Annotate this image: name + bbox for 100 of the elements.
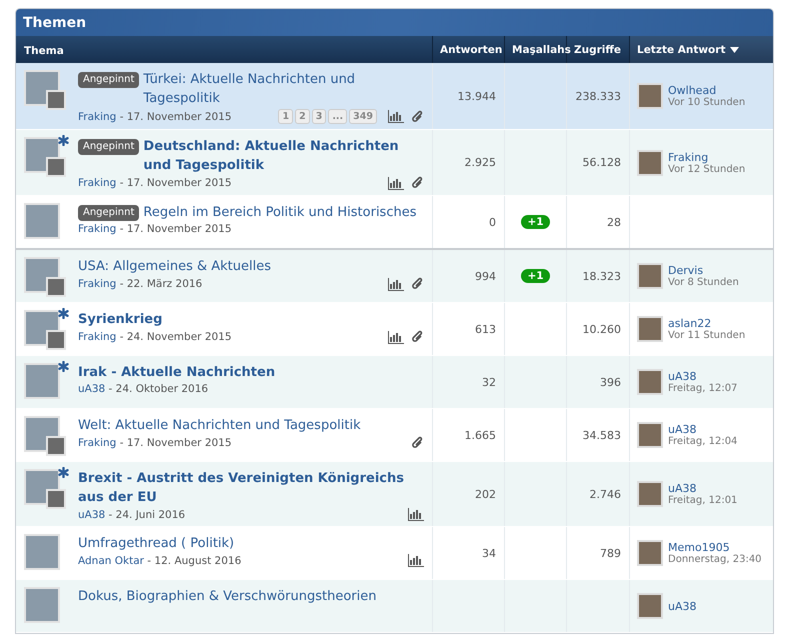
view-count: 2.746 [590,488,621,500]
avatar-photo-placeholder [24,203,60,239]
reply-count: 0 [489,216,496,228]
username-link[interactable]: Fraking [78,437,116,449]
thread-row[interactable]: Brexit - Austritt des Vereinigten Königreichs aus der EU uA38 - 24. Juni 2016 202 2.746 uA38 Freitag, 12:01 [16,462,773,527]
like-count: +1 [521,215,550,229]
view-count: 396 [600,376,621,388]
view-count: 34.583 [582,428,621,442]
view-count: 10.260 [582,322,621,336]
paperclip-icon[interactable] [411,277,424,291]
bar-chart-icon[interactable] [408,508,424,521]
last-reply-time: Vor 8 Stunden [668,277,739,288]
last-reply-time: Freitag, 12:01 [668,495,738,506]
username-link[interactable]: uA38 [78,508,106,520]
paperclip-icon[interactable] [411,330,424,344]
paperclip-icon[interactable] [411,436,424,450]
thread-meta: Adnan Oktar - 12. August 2016 [78,554,242,566]
last-reply-time: Vor 12 Stunden [668,164,746,174]
view-count: 28 [607,216,621,228]
last-reply-time: Vor 10 Stunden [668,97,746,108]
bar-chart-icon[interactable] [388,110,404,123]
thread-meta: Fraking - 17. November 2015 [78,437,232,449]
username-link[interactable]: Adnan Oktar [78,554,144,566]
sticky-label: Angepinnt [78,72,140,88]
username-link[interactable]: uA38 [668,370,738,383]
thread-title-link[interactable]: Türkei: Aktuelle Nachrichten und Tagespolitik [143,70,424,108]
avatar-photo-placeholder [637,263,663,289]
thread-title-link[interactable]: USA: Allgemeines & Aktuelles [78,257,424,276]
thread-meta: Fraking - 17. November 2015 [78,177,232,189]
column-header[interactable]: Letzte Antwort [630,36,773,63]
like-count: +1 [521,269,550,283]
bar-chart-icon[interactable] [388,176,404,190]
reply-count: 1.665 [464,428,496,442]
avatar-photo-placeholder [637,83,663,109]
thread-row[interactable]: Dokus, Biographien & Verschwörungstheorien uA38 [16,580,773,633]
view-count: 56.128 [582,156,621,169]
paperclip-icon[interactable] [411,176,424,190]
last-reply-time: Donnerstag, 23:40 [668,554,762,565]
view-count: 789 [600,546,621,560]
sticky-label: Angepinnt [78,139,140,155]
username-link[interactable]: Fraking [78,223,116,235]
username-link[interactable]: Fraking [78,278,116,290]
view-count: 238.333 [576,90,621,102]
thread-title-link[interactable]: Irak - Aktuelle Nachrichten [78,363,424,382]
bar-chart-icon[interactable] [408,554,424,567]
thread-title-link[interactable]: Dokus, Biographien & Verschwörungstheorien [78,587,424,606]
thread-row[interactable]: Angepinnt Deutschland: Aktuelle Nachrichten und Tagespolitik Fraking - 17. November 2015 2.925 56.128 Fraking Vor 12 Stunden [16,130,773,196]
paperclip-icon[interactable] [411,110,424,124]
last-reply-time: Freitag, 12:04 [668,436,738,447]
avatar-photo-placeholder [637,422,663,448]
username-link[interactable]: uA38 [668,423,738,436]
username-link[interactable]: Fraking [78,110,116,122]
thread-title-link[interactable]: Welt: Aktuelle Nachrichten und Tagespolitik [78,416,424,435]
bar-chart-icon[interactable] [388,330,404,344]
bar-chart-icon[interactable] [388,278,404,290]
avatar-photo-placeholder [24,587,60,623]
username-link[interactable]: Memo1905 [668,541,762,554]
username-link[interactable]: Fraking [78,177,116,189]
thread-title-link[interactable]: Brexit - Austritt des Vereinigten Königreichs aus der EU [78,469,424,507]
reply-count: 613 [475,322,496,336]
reply-count: 34 [482,546,496,560]
username-link[interactable]: aslan22 [668,317,746,330]
avatar-photo-placeholder [637,369,663,395]
thread-row[interactable]: Angepinnt Türkei: Aktuelle Nachrichten und Tagespolitik Fraking - 17. November 2015 1 2 3 ... 349 13.944 238.333 Owlhead Vor 10 Stunden [16,63,773,130]
view-count: 18.323 [582,270,621,282]
username-link[interactable]: uA38 [668,482,738,495]
reply-count: 13.944 [458,90,496,102]
thread-meta: Fraking - 22. März 2016 [78,278,202,290]
reply-count: 32 [482,376,496,388]
avatar-photo-placeholder [637,540,663,566]
thread-meta: Fraking - 24. November 2015 [78,331,232,343]
thread-meta: uA38 - 24. Juni 2016 [78,508,186,520]
caret-down-icon [730,46,740,52]
reply-count: 202 [475,488,496,500]
thread-meta: Fraking - 17. November 2015 [78,110,232,122]
thread-row[interactable]: USA: Allgemeines & Aktuelles Fraking - 22. März 2016 994 +1 18.323 Dervis Vor 8 Stunden [16,250,773,303]
thread-meta: uA38 - 24. Oktober 2016 [78,383,208,395]
avatar-photo-placeholder [637,316,663,342]
thread-title-link[interactable]: Syrienkrieg [78,310,424,329]
username-link[interactable]: uA38 [78,383,106,395]
username-link[interactable]: Fraking [668,150,746,164]
thread-title-link[interactable]: Regeln im Bereich Politik und Historisches [143,203,424,222]
username-link[interactable]: uA38 [668,600,696,612]
thread-title-link[interactable]: Umfragethread ( Politik) [78,534,424,553]
panel-title: Themen [23,14,86,30]
reply-count: 2.925 [464,156,496,169]
thread-meta: Fraking - 17. November 2015 [78,223,232,235]
username-link[interactable]: Owlhead [668,84,746,97]
thread-row[interactable]: Angepinnt Regeln im Bereich Politik und Historisches Fraking - 17. November 2015 0 +1 28 [16,196,773,250]
last-reply-time: Freitag, 12:07 [668,383,738,394]
avatar-photo-placeholder [637,481,663,507]
thread-row[interactable]: Irak - Aktuelle Nachrichten uA38 - 24. Oktober 2016 32 396 uA38 Freitag, 12:07 [16,356,773,409]
sticky-label: Angepinnt [78,205,140,221]
avatar-photo-placeholder [637,593,663,619]
thread-title-link[interactable]: Deutschland: Aktuelle Nachrichten und Tagespolitik [143,137,424,175]
username-link[interactable]: Dervis [668,264,739,277]
reply-count: 994 [475,270,496,282]
avatar-photo-placeholder [24,534,60,570]
username-link[interactable]: Fraking [78,331,116,343]
avatar-photo-placeholder [24,363,60,399]
